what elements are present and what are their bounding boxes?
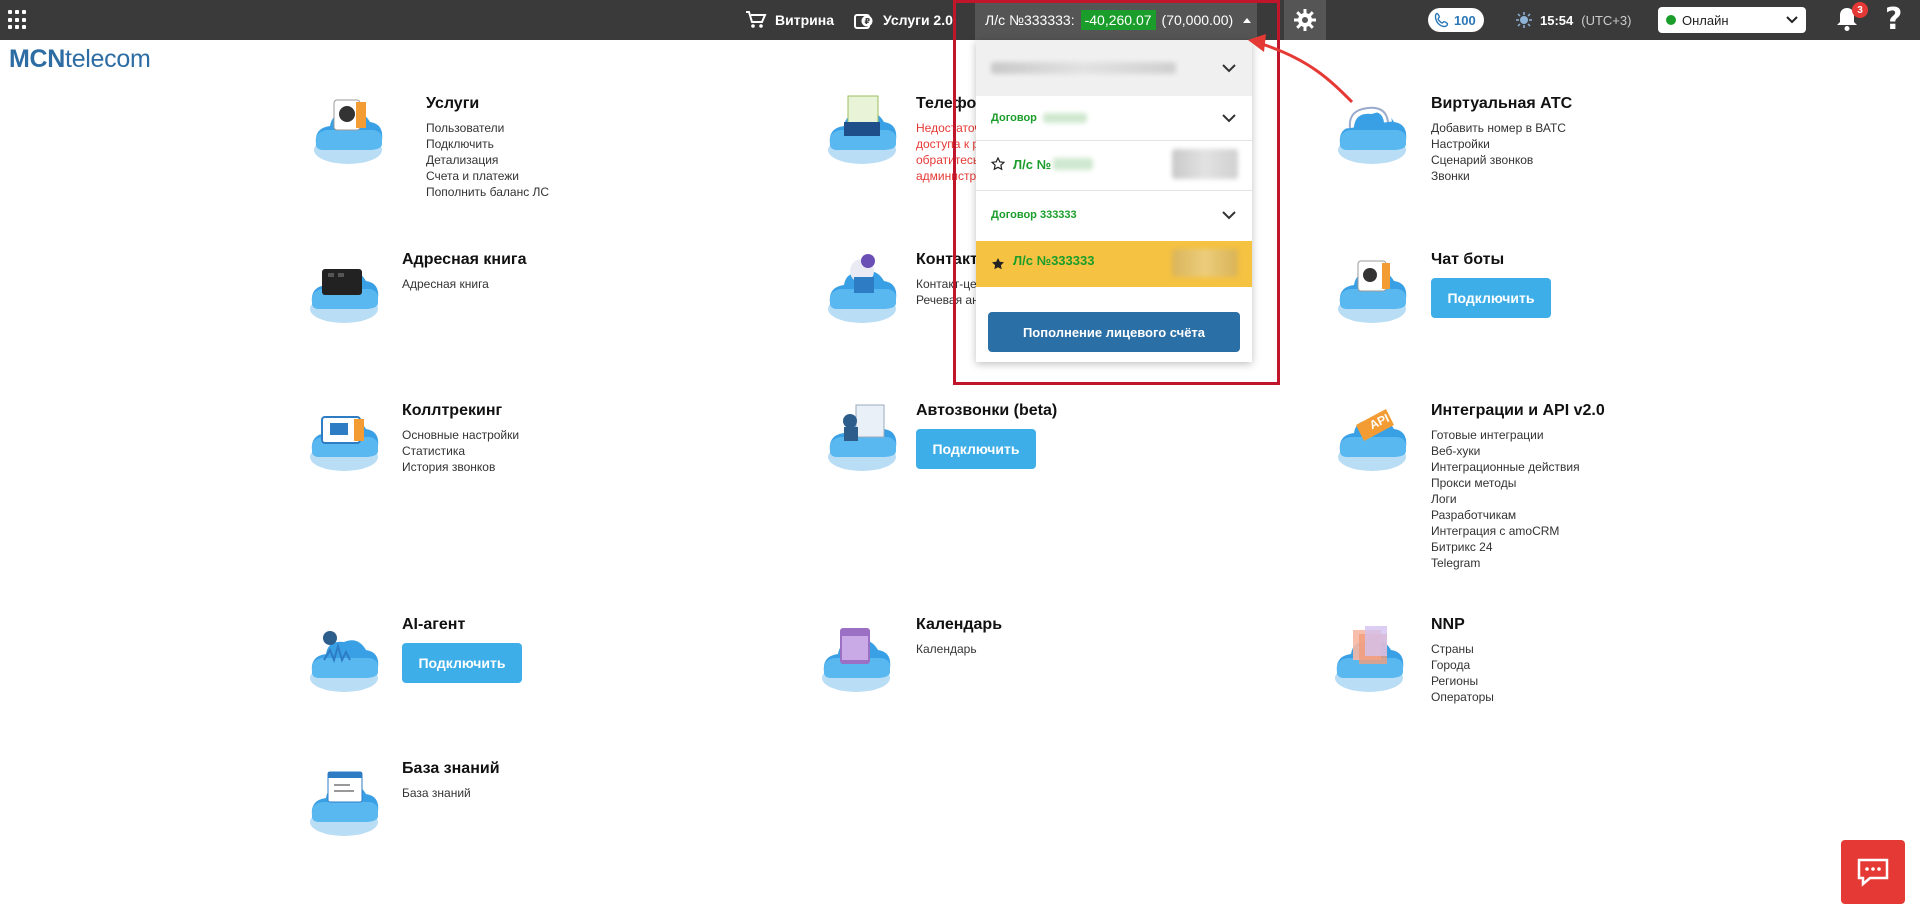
tile-link[interactable]: Интеграционные действия <box>1431 459 1580 475</box>
logo-bold: MCN <box>9 45 66 73</box>
nav-services2[interactable]: ₽ Услуги 2.0 <box>853 0 953 40</box>
notifications-button[interactable]: 3 <box>1836 2 1868 34</box>
services-icon[interactable] <box>304 88 392 178</box>
chat-button[interactable] <box>1841 840 1905 904</box>
tile-links: Основные настройки Статистика История звон… <box>402 427 519 475</box>
tile-links: База знаний <box>402 785 471 801</box>
calltracking-icon[interactable] <box>300 395 388 485</box>
status-select[interactable]: Онлайн <box>1658 7 1806 33</box>
tile-link[interactable]: Календарь <box>916 641 977 657</box>
calls-counter[interactable]: 100 <box>1428 8 1484 32</box>
tile-title[interactable]: Автозвонки (beta) <box>916 402 1057 420</box>
tile-link[interactable]: Детализация <box>426 152 549 168</box>
notifications-badge: 3 <box>1852 2 1868 18</box>
contactcenter-icon[interactable] <box>818 247 906 337</box>
app-grid-icon[interactable] <box>8 10 28 30</box>
tile-link[interactable]: Основные настройки <box>402 427 519 443</box>
chat-icon <box>1857 858 1889 887</box>
kb-icon[interactable] <box>300 760 388 850</box>
tile-title[interactable]: Виртуальная АТС <box>1431 95 1572 113</box>
nav-vitrina-label: Витрина <box>775 12 834 28</box>
tile-link[interactable]: Прокси методы <box>1431 475 1580 491</box>
tile-title[interactable]: Услуги <box>426 95 479 113</box>
tile-link[interactable]: Подключить <box>426 136 549 152</box>
tile-title[interactable]: Адресная книга <box>402 251 526 269</box>
tile-link[interactable]: Готовые интеграции <box>1431 427 1580 443</box>
tile-link[interactable]: Добавить номер в ВАТС <box>1431 120 1566 136</box>
tile-link[interactable]: Сценарий звонков <box>1431 152 1566 168</box>
cart-icon <box>746 11 767 28</box>
chevron-down-icon <box>1786 16 1798 24</box>
tile-link[interactable]: Настройки <box>1431 136 1566 152</box>
tile-title[interactable]: NNP <box>1431 616 1465 634</box>
connect-button[interactable]: Подключить <box>1431 278 1551 318</box>
tile-link[interactable]: Разработчикам <box>1431 507 1580 523</box>
ruble-bag-icon: ₽ <box>854 14 873 29</box>
tile-link[interactable]: Интеграция с amoCRM <box>1431 523 1580 539</box>
phone-icon <box>1434 12 1449 28</box>
highlight-frame <box>953 0 1280 385</box>
tile-title[interactable]: Календарь <box>916 616 1002 634</box>
addressbook-icon[interactable] <box>300 247 388 337</box>
virus-icon <box>1516 12 1532 28</box>
clock-timezone: (UTC+3) <box>1581 12 1632 28</box>
tile-title[interactable]: Коллтрекинг <box>402 402 502 420</box>
connect-button[interactable]: Подключить <box>402 643 522 683</box>
tile-link[interactable]: Звонки <box>1431 168 1566 184</box>
tile-link[interactable]: Операторы <box>1431 689 1494 705</box>
tile-link[interactable]: Пополнить баланс ЛС <box>426 184 549 200</box>
tile-links: Готовые интеграции Веб-хуки Интеграционные… <box>1431 427 1580 571</box>
tile-link[interactable]: Битрикс 24 <box>1431 539 1580 555</box>
tile-title[interactable]: База знаний <box>402 760 500 778</box>
red-arrow-annotation <box>1248 34 1354 104</box>
tile-links: Календарь <box>916 641 977 657</box>
tile-link[interactable]: Адресная книга <box>402 276 489 292</box>
tile-link[interactable]: Статистика <box>402 443 519 459</box>
logo-light: telecom <box>65 45 151 73</box>
tile-link[interactable]: База знаний <box>402 785 471 801</box>
tile-links: Добавить номер в ВАТС Настройки Сценарий з… <box>1431 120 1566 184</box>
tile-title[interactable]: Интеграции и API v2.0 <box>1431 402 1605 420</box>
clock-time: 15:54 <box>1540 12 1574 28</box>
status-value: Онлайн <box>1682 12 1729 28</box>
telephony-icon[interactable] <box>818 88 906 178</box>
tile-link[interactable]: Telegram <box>1431 555 1580 571</box>
connect-button[interactable]: Подключить <box>916 429 1036 469</box>
autocalls-icon[interactable] <box>818 395 906 485</box>
tile-link[interactable]: Города <box>1431 657 1494 673</box>
clock: 15:54 (UTC+3) <box>1516 0 1631 40</box>
nnp-icon[interactable] <box>1325 616 1413 706</box>
calendar-icon[interactable] <box>812 616 900 706</box>
tile-link[interactable]: История звонков <box>402 459 519 475</box>
gear-icon <box>1294 9 1316 31</box>
status-dot-icon <box>1666 15 1676 25</box>
tile-link[interactable]: Веб-хуки <box>1431 443 1580 459</box>
calls-count: 100 <box>1454 12 1476 28</box>
help-button[interactable]: ? <box>1885 2 1902 37</box>
tile-links: Пользователи Подключить Детализация Счета и… <box>426 120 549 200</box>
tile-title[interactable]: Чат боты <box>1431 251 1504 269</box>
tile-link[interactable]: Счета и платежи <box>426 168 549 184</box>
ai-icon[interactable] <box>300 616 388 706</box>
tile-links: Адресная книга <box>402 276 489 292</box>
logo[interactable]: MCNtelecom <box>9 45 151 74</box>
nav-services2-label: Услуги 2.0 <box>883 12 953 28</box>
chatbots-icon[interactable] <box>1328 247 1416 337</box>
svg-text:₽: ₽ <box>865 17 871 26</box>
tile-title[interactable]: AI-агент <box>402 616 465 634</box>
api-icon[interactable]: API <box>1328 395 1416 485</box>
tile-link[interactable]: Логи <box>1431 491 1580 507</box>
nav-vitrina[interactable]: Витрина <box>745 0 834 40</box>
tile-links: Страны Города Регионы Операторы <box>1431 641 1494 705</box>
tile-link[interactable]: Страны <box>1431 641 1494 657</box>
tile-link[interactable]: Регионы <box>1431 673 1494 689</box>
tile-link[interactable]: Пользователи <box>426 120 549 136</box>
